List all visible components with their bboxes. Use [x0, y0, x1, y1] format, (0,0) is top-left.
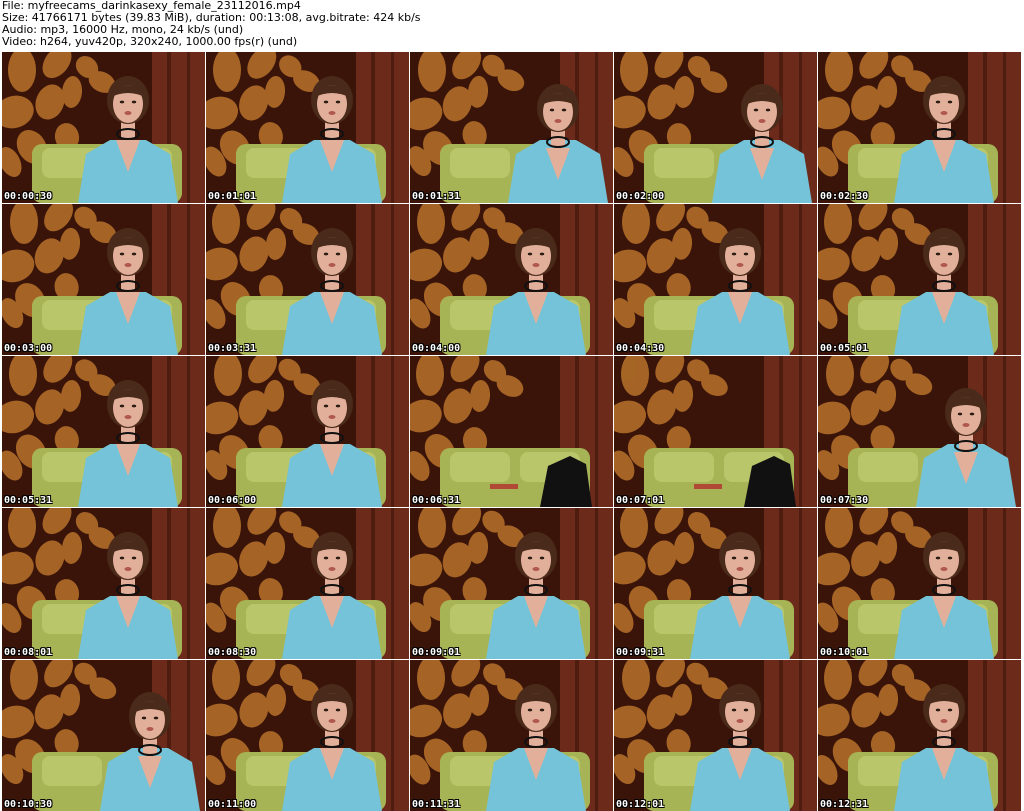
frame-image	[614, 204, 817, 355]
thumbnail-frame: 00:03:31	[206, 204, 409, 355]
frame-image	[410, 204, 613, 355]
frame-timestamp: 00:02:00	[616, 191, 665, 202]
frame-image	[206, 52, 409, 203]
video-line: Video: h264, yuv420p, 320x240, 1000.00 f…	[2, 35, 298, 48]
frame-timestamp: 00:10:01	[820, 647, 869, 658]
thumbnail-frame: 00:09:31	[614, 508, 817, 659]
frame-timestamp: 00:12:31	[820, 799, 869, 810]
frame-timestamp: 00:02:30	[820, 191, 869, 202]
frame-timestamp: 00:09:31	[616, 647, 665, 658]
thumbnail-frame: 00:07:01	[614, 356, 817, 507]
frame-image	[206, 204, 409, 355]
frame-image	[410, 660, 613, 811]
thumbnail-frame: 00:08:01	[2, 508, 205, 659]
thumbnail-frame: 00:10:30	[2, 660, 205, 811]
frame-timestamp: 00:03:31	[208, 343, 257, 354]
frame-timestamp: 00:09:01	[412, 647, 461, 658]
frame-image	[818, 52, 1021, 203]
frame-image	[614, 52, 817, 203]
frame-timestamp: 00:00:30	[4, 191, 53, 202]
thumbnail-grid: 00:00:30 00:01:01 00:01:31 00:02:00 00:02:30…	[0, 50, 1024, 811]
thumbnail-frame: 00:02:00	[614, 52, 817, 203]
frame-image	[206, 356, 409, 507]
thumbnail-frame: 00:04:30	[614, 204, 817, 355]
frame-timestamp: 00:05:01	[820, 343, 869, 354]
frame-timestamp: 00:08:01	[4, 647, 53, 658]
frame-timestamp: 00:06:31	[412, 495, 461, 506]
frame-image	[818, 660, 1021, 811]
thumbnail-frame: 00:12:31	[818, 660, 1021, 811]
frame-timestamp: 00:07:30	[820, 495, 869, 506]
frame-image	[410, 52, 613, 203]
frame-image	[410, 356, 613, 507]
thumbnail-frame: 00:03:00	[2, 204, 205, 355]
frame-timestamp: 00:11:00	[208, 799, 257, 810]
thumbnail-frame: 00:10:01	[818, 508, 1021, 659]
thumbnail-frame: 00:01:31	[410, 52, 613, 203]
frame-image	[206, 660, 409, 811]
thumbnail-frame: 00:12:01	[614, 660, 817, 811]
thumbnail-frame: 00:04:00	[410, 204, 613, 355]
frame-timestamp: 00:07:01	[616, 495, 665, 506]
frame-timestamp: 00:05:31	[4, 495, 53, 506]
frame-image	[2, 660, 205, 811]
frame-image	[2, 356, 205, 507]
frame-timestamp: 00:12:01	[616, 799, 665, 810]
thumbnail-frame: 00:07:30	[818, 356, 1021, 507]
frame-timestamp: 00:11:31	[412, 799, 461, 810]
frame-image	[818, 508, 1021, 659]
thumbnail-frame: 00:05:31	[2, 356, 205, 507]
thumbnail-frame: 00:06:31	[410, 356, 613, 507]
frame-image	[614, 356, 817, 507]
thumbnail-frame: 00:11:31	[410, 660, 613, 811]
frame-timestamp: 00:01:31	[412, 191, 461, 202]
info-header: File: myfreecams_darinkasexy_female_2311…	[0, 0, 1024, 50]
thumbnail-frame: 00:05:01	[818, 204, 1021, 355]
frame-image	[2, 204, 205, 355]
frame-timestamp: 00:04:00	[412, 343, 461, 354]
frame-image	[410, 508, 613, 659]
thumbnail-frame: 00:01:01	[206, 52, 409, 203]
frame-image	[206, 508, 409, 659]
frame-timestamp: 00:08:30	[208, 647, 257, 658]
frame-image	[614, 660, 817, 811]
thumbnail-frame: 00:06:00	[206, 356, 409, 507]
thumbnail-frame: 00:08:30	[206, 508, 409, 659]
frame-timestamp: 00:04:30	[616, 343, 665, 354]
frame-timestamp: 00:03:00	[4, 343, 53, 354]
frame-image	[818, 356, 1021, 507]
frame-image	[2, 52, 205, 203]
frame-timestamp: 00:10:30	[4, 799, 53, 810]
frame-image	[2, 508, 205, 659]
frame-timestamp: 00:06:00	[208, 495, 257, 506]
frame-image	[818, 204, 1021, 355]
frame-image	[614, 508, 817, 659]
frame-timestamp: 00:01:01	[208, 191, 257, 202]
thumbnail-frame: 00:11:00	[206, 660, 409, 811]
thumbnail-frame: 00:02:30	[818, 52, 1021, 203]
thumbnail-frame: 00:00:30	[2, 52, 205, 203]
thumbnail-frame: 00:09:01	[410, 508, 613, 659]
